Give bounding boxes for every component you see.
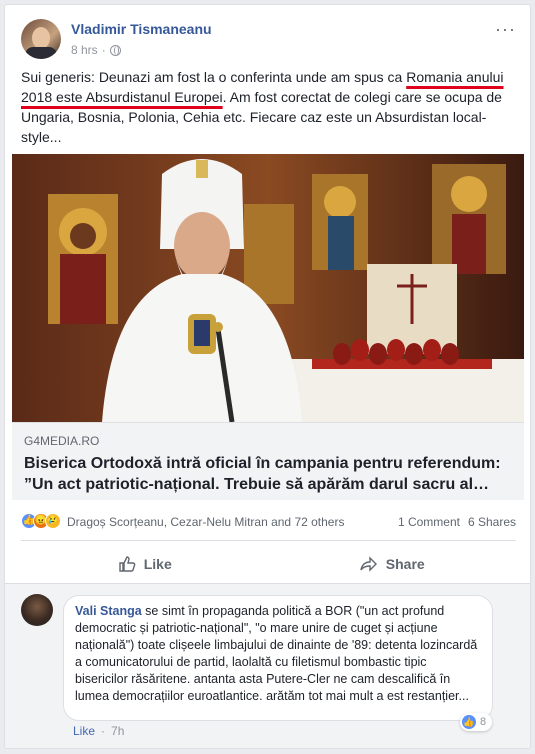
thumbs-up-icon [119,556,136,572]
comment-like-link[interactable]: Like [73,724,95,738]
link-preview-info[interactable]: G4MEDIA.RO Biserica Ortodoxă intră ofici… [12,422,524,500]
post-text-before: Sui generis: Deunazi am fost la o confer… [21,69,407,85]
church-photo [12,154,524,422]
comment-bubble: Vali Stanga se simt în propaganda politi… [63,595,493,721]
share-button[interactable]: Share [269,545,517,583]
link-preview-image[interactable] [12,154,524,422]
post-time[interactable]: 8 hrs [71,43,98,57]
like-button[interactable]: Like [21,545,269,583]
share-arrow-icon [360,556,377,572]
comment-count[interactable]: 1 Comment [398,515,460,529]
author-avatar[interactable] [21,19,61,59]
post-card: Vladimir Tismaneanu 8 hrs · ··· Sui gene… [4,4,531,749]
comment-reactions[interactable]: 👍 8 [460,713,493,731]
post-header: Vladimir Tismaneanu 8 hrs · ··· [21,19,520,63]
commenter-name[interactable]: Vali Stanga [75,604,142,618]
author-name[interactable]: Vladimir Tismaneanu [71,21,212,37]
more-options-icon[interactable]: ··· [495,19,516,40]
link-domain: G4MEDIA.RO [24,434,100,448]
divider [21,540,516,541]
sad-reaction-icon: 😢 [45,513,61,529]
post-stats: 👍 😠 😢 Dragoș Scorțeanu, Cezar-Nelu Mitra… [21,511,516,531]
thumbs-up-icon: 👍 [462,715,476,729]
comment-reaction-count: 8 [480,716,487,728]
comment-footer: Like · 7h [73,724,125,738]
comment-time[interactable]: 7h [111,724,124,738]
share-count[interactable]: 6 Shares [468,515,516,529]
globe-icon [109,44,121,56]
reaction-icons[interactable]: 👍 😠 😢 [21,513,63,531]
action-bar: Like Share [21,545,516,583]
post-text: Sui generis: Deunazi am fost la o confer… [21,67,513,147]
reactors-text[interactable]: Dragoș Scorțeanu, Cezar-Nelu Mitran and … [67,515,344,529]
post-meta: 8 hrs · [71,43,121,57]
link-title[interactable]: Biserica Ortodoxă intră oficial în campa… [24,453,512,495]
comment-text: se simt în propaganda politică a BOR ("u… [75,604,478,703]
like-label: Like [143,556,172,572]
share-label: Share [385,556,425,572]
commenter-avatar[interactable] [21,594,53,626]
